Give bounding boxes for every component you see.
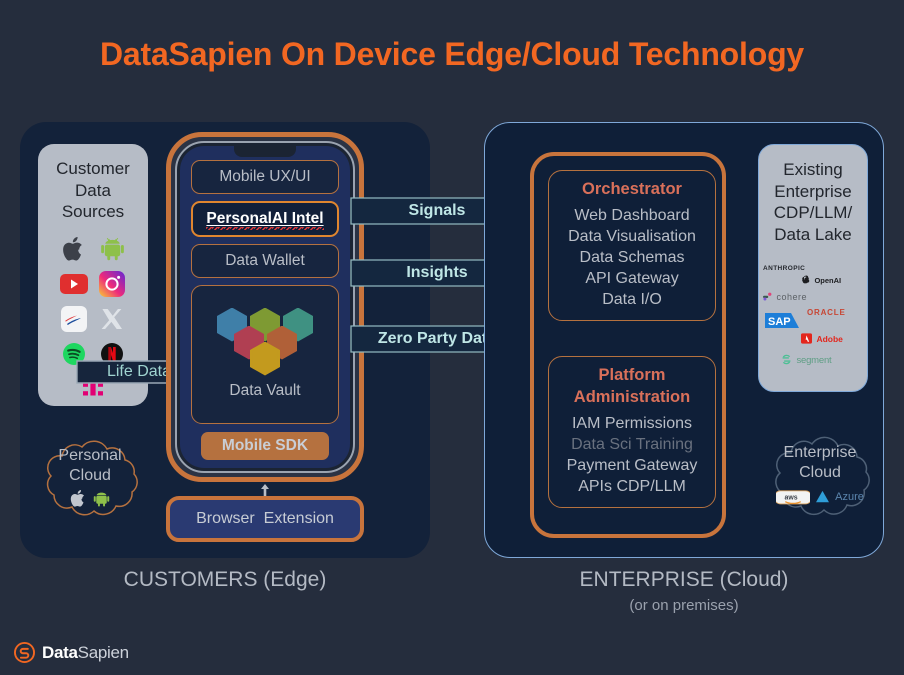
phone-row-personal-ai[interactable]: PersonalAI Intel	[191, 201, 339, 237]
enterprise-cloud-text: Enterprise Cloud aws Azure	[756, 428, 884, 528]
personal-cloud-line-2: Cloud	[69, 467, 111, 484]
android-icon	[93, 492, 110, 507]
openai-logo: OpenAI	[801, 270, 841, 288]
phone-notch	[234, 146, 296, 157]
enterprise-cloud: Enterprise Cloud aws Azure	[756, 428, 884, 528]
cds-line-3: Sources	[61, 202, 125, 221]
existing-line-3: CDP/LLM/	[773, 203, 853, 222]
segment-logo: segment	[781, 350, 832, 368]
instagram-icon	[98, 270, 126, 298]
aws-icon: aws	[776, 489, 811, 504]
personal-cloud-text: Personal Cloud	[28, 432, 152, 528]
cds-line-1: Customer	[56, 159, 130, 178]
mobile-device: Mobile UX/UI PersonalAI Intel Data Walle…	[166, 132, 364, 482]
enterprise-caption: ENTERPRISE (Cloud)	[579, 568, 789, 591]
personal-cloud: Personal Cloud	[28, 432, 152, 528]
orchestrator-item-3: API Gateway	[585, 270, 679, 287]
enterprise-cloud-line-1: Enterprise	[783, 443, 857, 461]
platform-item-0: IAM Permissions	[571, 415, 693, 432]
enterprise-cloud-line-2: Cloud	[799, 463, 841, 481]
platform-title-line-1: Platform	[598, 366, 666, 384]
mobile-sdk-badge[interactable]: Mobile SDK	[201, 432, 329, 460]
phone-row-mobile-ux[interactable]: Mobile UX/UI	[191, 160, 339, 194]
existing-line-2: Enterprise	[774, 181, 852, 201]
hexagon-cluster-icon	[209, 307, 321, 376]
phone-row-data-wallet[interactable]: Data Wallet	[191, 244, 339, 278]
existing-enterprise-panel: Existing Enterprise CDP/LLM/ Data Lake A…	[758, 144, 868, 392]
vendor-logo-cloud: ANTHROPIC OpenAI cohere ORACLE SAP Adobe	[759, 257, 867, 367]
azure-icon	[816, 490, 830, 503]
cohere-logo: cohere	[763, 287, 807, 305]
apple-icon	[70, 490, 85, 507]
data-vault-box[interactable]: Data Vault	[191, 285, 339, 424]
orchestrator-item-4: Data I/O	[602, 291, 662, 308]
x-twitter-icon	[98, 305, 126, 333]
platform-item-1: Data Sci Training	[571, 436, 693, 453]
brand-name-bold: Data	[42, 642, 78, 662]
bank-of-america-icon	[60, 305, 88, 333]
existing-line-1: Existing	[783, 160, 843, 179]
platform-item-3: APIs CDP/LLM	[578, 478, 686, 495]
personal-ai-label: PersonalAI Intel	[206, 210, 324, 230]
orchestrator-box[interactable]: Orchestrator Web Dashboard Data Visualis…	[548, 170, 716, 321]
cds-line-2: Data	[75, 180, 111, 200]
android-icon	[98, 235, 126, 263]
page-title: DataSapien On Device Edge/Cloud Technolo…	[99, 36, 805, 72]
svg-text:SAP: SAP	[768, 316, 791, 328]
oracle-logo: ORACLE	[807, 308, 846, 317]
brand-name-light: Sapien	[77, 642, 129, 662]
apple-icon	[60, 235, 88, 263]
enterprise-cloud-logos: aws Azure	[776, 486, 864, 508]
orchestrator-item-2: Data Schemas	[579, 249, 685, 266]
browser-extension-box[interactable]: Browser Extension	[166, 496, 364, 542]
orchestrator-item-1: Data Visualisation	[568, 228, 696, 245]
personal-cloud-line-1: Personal	[58, 447, 122, 464]
youtube-icon	[60, 270, 88, 298]
personal-cloud-logos	[70, 489, 110, 508]
adobe-logo: Adobe	[801, 329, 843, 347]
enterprise-platform-frame: Orchestrator Web Dashboard Data Visualis…	[530, 152, 726, 538]
enterprise-caption-sub: (or on premises)	[629, 597, 739, 614]
customers-caption: CUSTOMERS (Edge)	[123, 568, 327, 591]
platform-item-2: Payment Gateway	[566, 457, 698, 474]
platform-administration-box[interactable]: Platform Administration IAM Permissions …	[548, 356, 716, 508]
diagram-canvas: DataSapien On Device Edge/Cloud Technolo…	[0, 0, 904, 675]
sap-logo: SAP	[765, 313, 799, 333]
orchestrator-item-0: Web Dashboard	[574, 207, 690, 224]
phone-bezel: Mobile UX/UI PersonalAI Intel Data Walle…	[175, 141, 355, 473]
phone-screen: Mobile UX/UI PersonalAI Intel Data Walle…	[180, 146, 350, 468]
datasapien-logo: DataSapien	[14, 642, 129, 663]
svg-text:aws: aws	[785, 494, 798, 501]
data-vault-label: Data Vault	[229, 381, 301, 399]
platform-title-line-2: Administration	[573, 388, 691, 406]
anthropic-logo: ANTHROPIC	[763, 265, 806, 272]
datasapien-mark-icon	[14, 642, 35, 663]
existing-line-4: Data Lake	[774, 224, 852, 244]
orchestrator-title: Orchestrator	[582, 180, 682, 198]
